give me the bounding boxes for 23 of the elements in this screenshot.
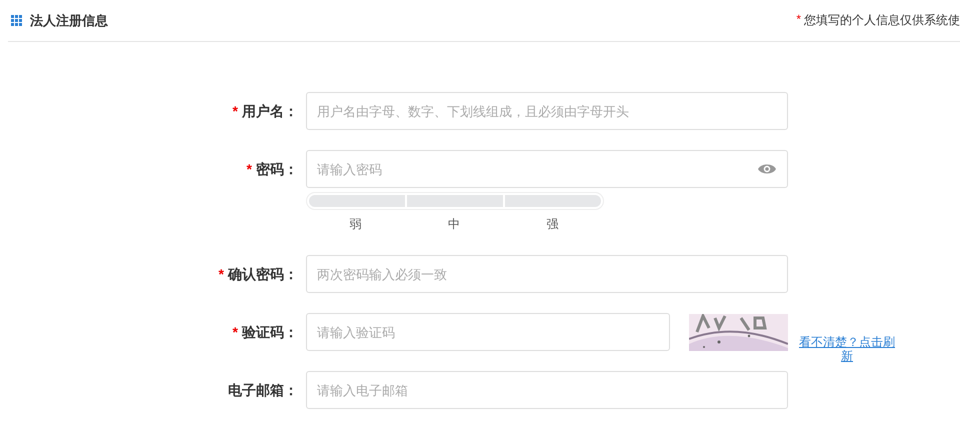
input-field[interactable]: 用户名由字母、数字、下划线组成，且必须由字母开头 (306, 92, 788, 130)
input-field[interactable]: 两次密码输入必须一致 (306, 255, 788, 293)
input-field[interactable]: 请输入验证码 (306, 313, 670, 351)
required-mark: * (232, 323, 238, 342)
field-label: 用户名： (242, 102, 298, 121)
field-label: 电子邮箱： (228, 381, 298, 400)
required-mark: * (218, 265, 224, 284)
input-field[interactable]: 请输入电子邮箱 (306, 371, 788, 409)
strength-label: 中 (447, 216, 461, 233)
required-mark: * (246, 160, 252, 179)
required-mark: * (796, 12, 801, 28)
required-mark: * (232, 102, 238, 121)
grid-icon (11, 15, 22, 26)
refresh-link[interactable]: 看不清楚？点击刷新 (798, 335, 896, 363)
section-title: 法人注册信息 (30, 12, 108, 30)
input-field[interactable]: 请输入密码 (306, 150, 788, 188)
strength-label: 强 (546, 216, 560, 233)
notice-text: 您填写的个人信息仅供系统使 (804, 12, 960, 29)
eye-icon[interactable] (758, 163, 776, 175)
strength-label: 弱 (348, 216, 362, 233)
field-label: 确认密码： (228, 265, 298, 284)
field-label: 验证码： (242, 323, 298, 342)
field-label: 密码： (256, 160, 298, 179)
